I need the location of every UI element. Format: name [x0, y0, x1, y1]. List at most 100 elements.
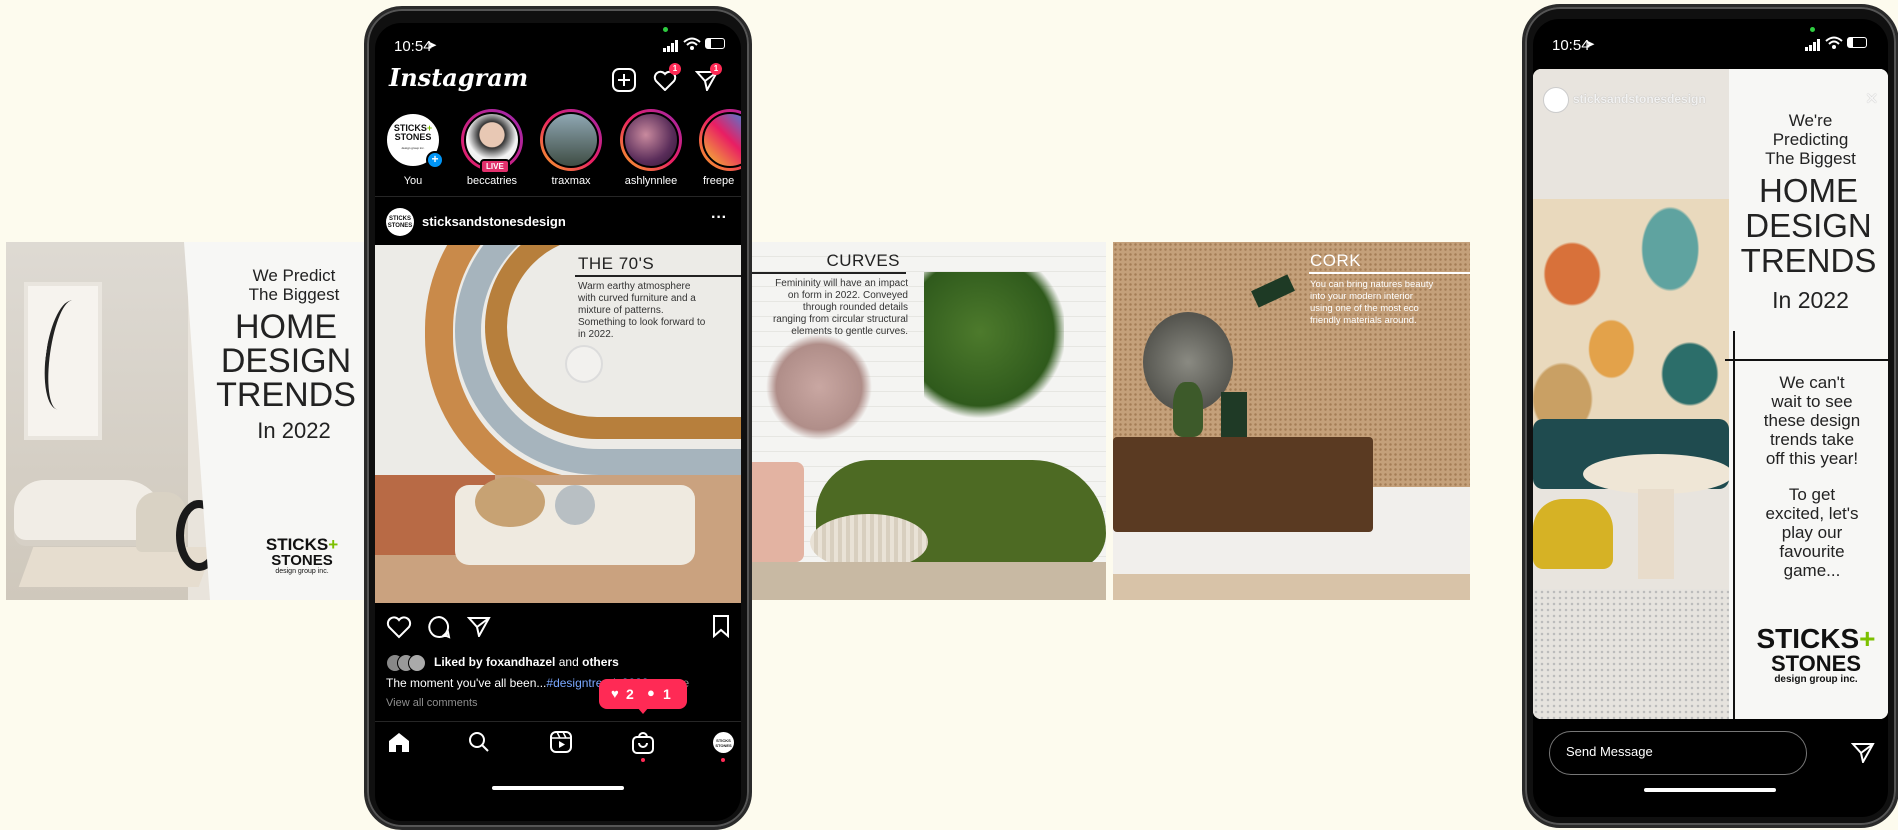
reels-icon[interactable] [550, 731, 572, 758]
story-brand-sticks: STICKS [1756, 623, 1860, 654]
story-line7: In 2022 [1772, 287, 1849, 313]
post-avatar[interactable]: STICKS STONES [386, 208, 414, 236]
70s-desc-5: in 2022. [578, 329, 614, 340]
likes-others[interactable]: others [582, 655, 619, 669]
story-line3: The Biggest [1765, 149, 1856, 168]
story-body1-5: off this year! [1765, 449, 1859, 468]
avatar [702, 112, 741, 168]
post-avatar-stones: STONES [387, 223, 413, 229]
story-body1-4: trends take [1769, 430, 1855, 449]
phone-story: 10:54 ➤ We're Predicting The Biggest HOM… [1522, 4, 1898, 828]
like-icon[interactable] [386, 615, 412, 644]
add-story-icon[interactable]: + [426, 151, 444, 169]
notif-heart-icon: ♥ [611, 686, 619, 701]
green-vase [1173, 382, 1203, 437]
post-image-70s[interactable]: THE 70'S Warm earthy atmosphere with cur… [375, 245, 741, 603]
story-body1-3: these design [1763, 411, 1861, 430]
story-line4: HOME [1759, 172, 1858, 209]
nav-profile-logo: STICKS STONES [713, 738, 734, 748]
send-message-placeholder: Send Message [1566, 744, 1653, 759]
story-line1: We're [1788, 111, 1833, 130]
70s-desc-4: Something to look forward to [578, 317, 706, 328]
story-body1: We can't wait to see these design trends… [1737, 373, 1887, 468]
likes-user[interactable]: foxandhazel [486, 655, 555, 669]
liker-avatars [386, 654, 430, 672]
70s-desc: Warm earthy atmosphere with curved furni… [578, 281, 740, 341]
story-body1-2: wait to see [1771, 392, 1853, 411]
app-logo[interactable]: Instagram [389, 63, 528, 92]
intro-line3: HOME [235, 308, 337, 346]
story-photo [1533, 69, 1733, 719]
location-icon: ➤ [1585, 37, 1596, 51]
shop-icon[interactable] [632, 730, 654, 759]
cork-desc-2: into your modern interior [1310, 291, 1413, 302]
70s-desc-1: Warm earthy atmosphere [578, 281, 691, 292]
round-pillow [555, 485, 595, 525]
table-base [1638, 489, 1674, 579]
activity-notification[interactable]: ♥ 2 ● 1 [599, 679, 687, 714]
likes-prefix: Liked by [434, 655, 483, 669]
story-traxmax[interactable]: traxmax [540, 109, 602, 187]
notif-comments-count: 1 [663, 686, 671, 702]
story-brand-stones: STONES [394, 132, 432, 142]
save-icon[interactable] [712, 614, 730, 643]
curves-desc: Femininity will have an impact on form i… [744, 278, 908, 338]
post-avatar-logo: STICKS STONES [386, 216, 414, 230]
story-brand-stones: STONES [1770, 651, 1862, 676]
new-post-icon[interactable] [612, 68, 636, 97]
notif-likes-count: 2 [626, 686, 634, 702]
home-indicator[interactable] [1644, 788, 1776, 792]
cork-rule [1309, 272, 1470, 274]
intro-line6: In 2022 [257, 418, 331, 443]
story-username[interactable]: sticksandstonesdesign [1573, 92, 1706, 106]
likes-line[interactable]: Liked by foxandhazel and others [434, 655, 619, 669]
curves-desc-5: elements to gentle curves. [791, 326, 908, 337]
status-time: 10:54 [394, 38, 432, 55]
cork-desc-3: using one of the most eco [1310, 303, 1419, 314]
wifi-icon [1825, 36, 1843, 55]
story-ashlynnlee[interactable]: ashlynnlee [620, 109, 682, 187]
share-icon[interactable] [466, 615, 491, 642]
cork-desc-1: You can bring natures beauty [1310, 279, 1434, 290]
profile-icon[interactable]: STICKS STONES [713, 732, 734, 753]
cork-label: CORK [1310, 251, 1362, 270]
nav-profile-stones: STONES [715, 743, 732, 748]
story-brand-plus: + [1859, 623, 1876, 654]
wood-sideboard [1113, 437, 1373, 532]
story-line6: TRENDS [1740, 242, 1877, 279]
live-badge: LIVE [480, 159, 510, 174]
likes-and: and [558, 655, 579, 669]
card-vline [1733, 331, 1735, 719]
home-icon[interactable] [387, 731, 411, 758]
close-icon[interactable]: ✕ [1865, 89, 1878, 109]
story-beccatries[interactable]: LIVE beccatries [461, 109, 523, 187]
story-freepe[interactable]: freepe [699, 109, 741, 187]
pink-chair [744, 462, 804, 562]
comment-icon[interactable] [427, 615, 451, 644]
botanical-wallpaper [1533, 199, 1729, 449]
story-user-avatar[interactable] [1543, 87, 1569, 113]
view-comments-link[interactable]: View all comments [386, 697, 478, 709]
send-message-input[interactable]: Send Message [1549, 731, 1807, 775]
send-icon[interactable] [1850, 741, 1875, 768]
post-username[interactable]: sticksandstonesdesign [422, 214, 566, 229]
curves-desc-4: ranging from circular structural [772, 314, 908, 325]
search-icon[interactable] [468, 731, 490, 758]
story-you[interactable]: STICKS+ STONES design group inc. + You [382, 109, 444, 187]
intro-slide: We Predict The Biggest HOME DESIGN TREND… [6, 242, 364, 600]
rug [744, 562, 1106, 600]
story-brand-sub: design group inc. [1774, 674, 1858, 685]
avatar [543, 112, 599, 168]
home-indicator[interactable] [492, 786, 624, 790]
battery-icon [705, 38, 725, 49]
post-menu-icon[interactable]: ··· [711, 209, 727, 227]
status-time: 10:54 [1552, 37, 1590, 54]
yellow-chair [1533, 499, 1613, 569]
story-content[interactable]: We're Predicting The Biggest HOME DESIGN… [1533, 69, 1888, 719]
curves-desc-2: on form in 2022. Conveyed [787, 290, 908, 301]
cork-desc-4: friendly materials around. [1310, 315, 1417, 326]
blossom-branches [764, 332, 874, 442]
70s-desc-2: with curved furniture and a [578, 293, 696, 304]
story-headline: HOME DESIGN TRENDS [1729, 173, 1888, 278]
camera-dot [663, 27, 668, 32]
